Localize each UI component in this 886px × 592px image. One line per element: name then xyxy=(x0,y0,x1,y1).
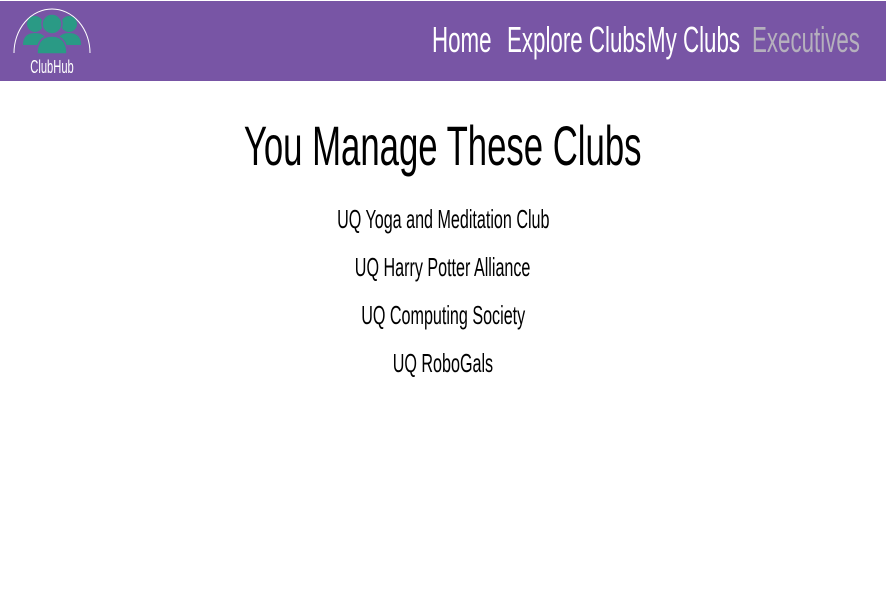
club-name: UQ Harry Potter Alliance xyxy=(355,252,531,282)
club-link[interactable]: UQ RoboGals xyxy=(0,348,886,396)
club-link[interactable]: UQ Harry Potter Alliance xyxy=(0,252,886,300)
header: ClubHub Home Explore Clubs My Clubs Exec… xyxy=(0,1,886,81)
logo-text: ClubHub xyxy=(30,57,74,77)
managed-clubs-list: UQ Yoga and Meditation Club UQ Harry Pot… xyxy=(0,204,886,396)
page-title-text: You Manage These Clubs xyxy=(244,114,642,177)
nav-executives[interactable]: Executives xyxy=(752,19,886,63)
nav-executives-label: Executives xyxy=(752,19,860,60)
clubhub-logo[interactable]: ClubHub xyxy=(10,5,94,77)
nav-my-clubs-label: My Clubs xyxy=(647,19,741,60)
club-name: UQ Yoga and Meditation Club xyxy=(336,204,550,234)
page-title: You Manage These Clubs xyxy=(0,113,886,178)
club-name: UQ Computing Society xyxy=(361,300,525,330)
club-name: UQ RoboGals xyxy=(392,348,494,378)
club-link[interactable]: UQ Yoga and Meditation Club xyxy=(0,204,886,252)
nav-home-label: Home xyxy=(432,19,492,60)
nav-explore-clubs-label: Explore Clubs xyxy=(507,19,646,60)
club-link[interactable]: UQ Computing Society xyxy=(0,300,886,348)
